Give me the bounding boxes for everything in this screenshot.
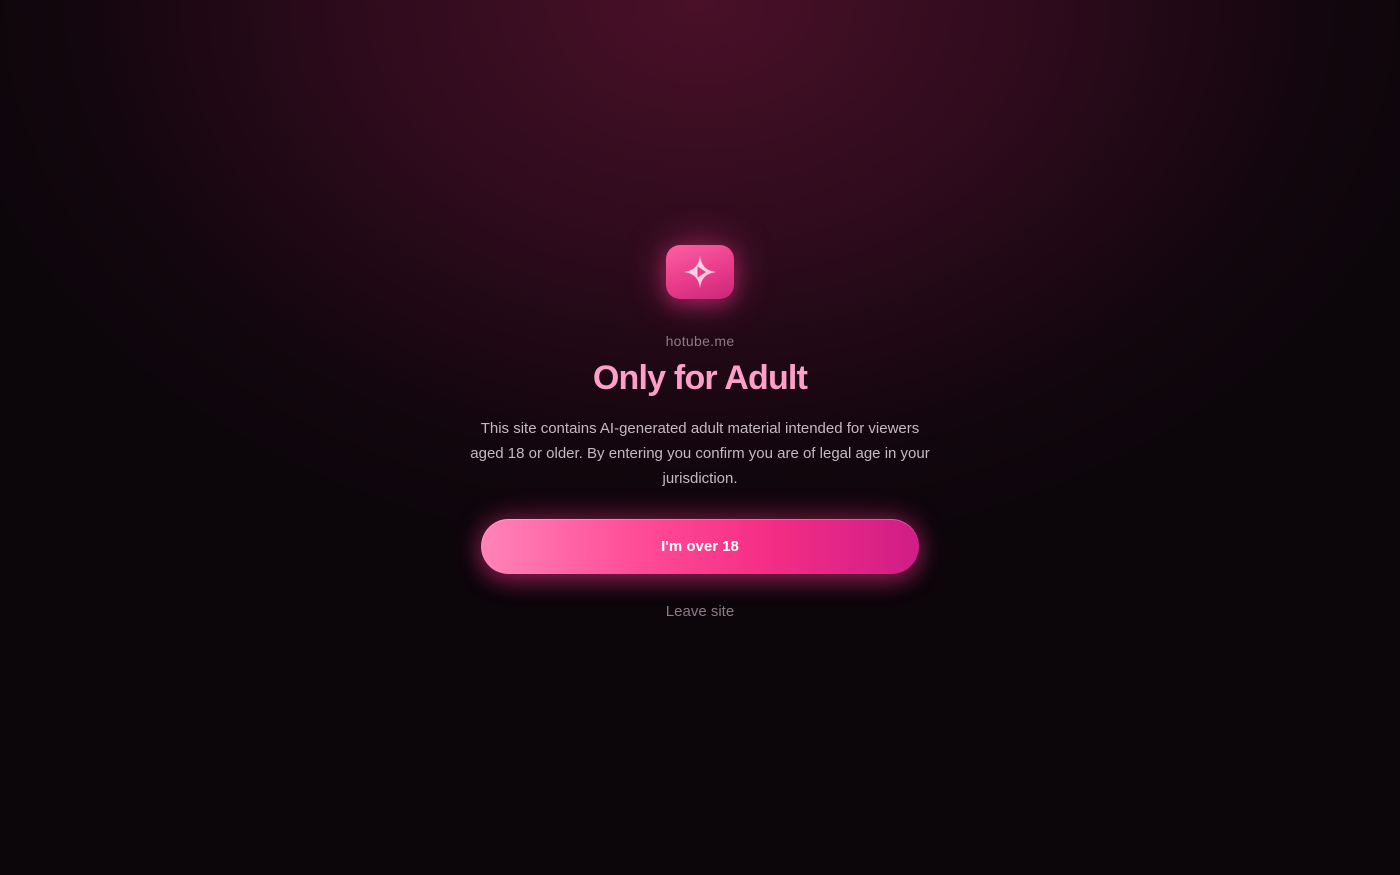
page-title: Only for Adult <box>592 359 808 397</box>
confirm-age-button[interactable]: I'm over 18 <box>481 519 919 574</box>
site-logo <box>666 245 734 299</box>
age-gate: hotube.me Only for Adult This site conta… <box>0 0 1400 875</box>
site-name: hotube.me <box>665 333 735 349</box>
age-disclaimer: This site contains AI-generated adult ma… <box>470 420 930 487</box>
sparkle-play-icon <box>684 256 716 288</box>
leave-site-link[interactable]: Leave site <box>600 603 800 620</box>
